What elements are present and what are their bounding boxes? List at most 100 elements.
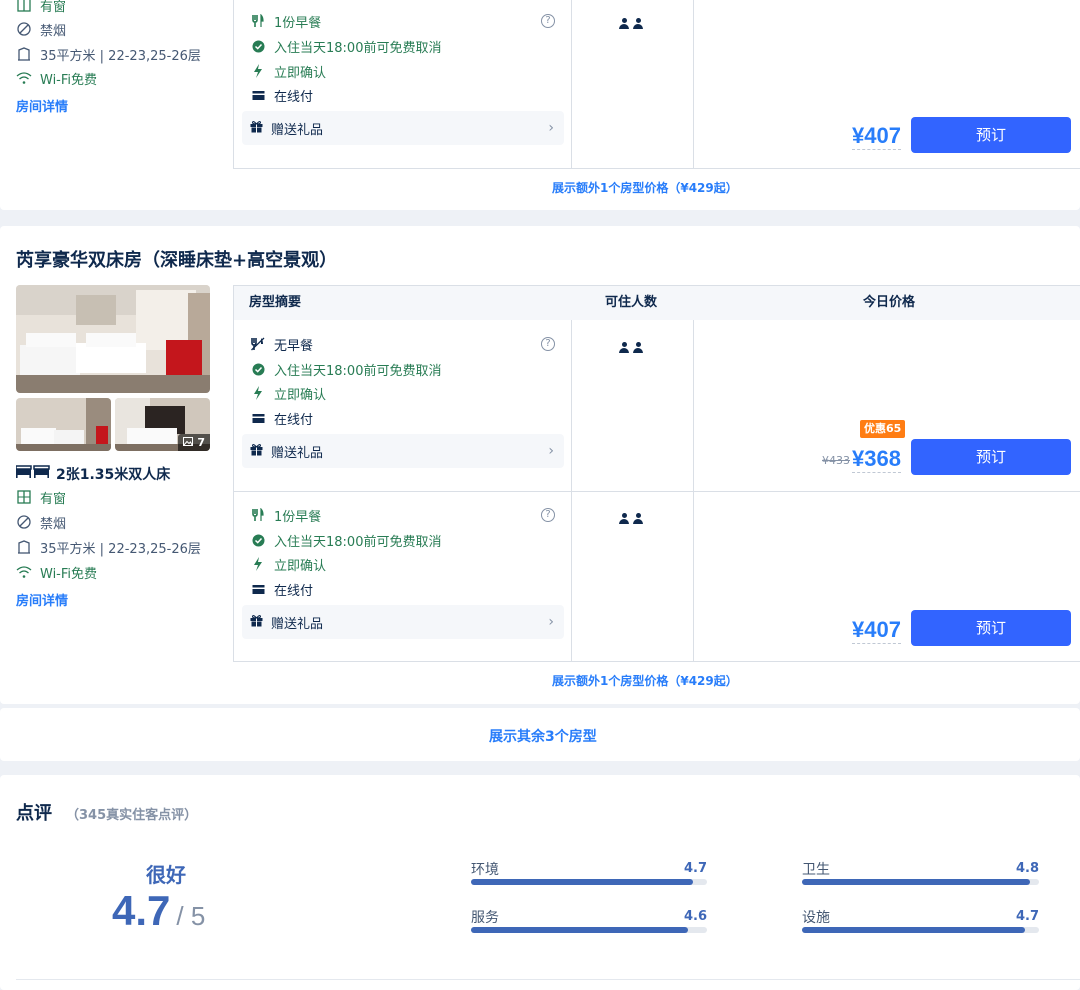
confirm-text: 立即确认 [274,558,327,574]
gift-row[interactable]: 赠送礼品 › [242,111,564,145]
room-feature: 35平方米 | 22-23,25-26层 [16,538,201,557]
help-icon[interactable]: ? [541,14,555,28]
card-icon [250,87,266,103]
feature-text: 35平方米 | 22-23,25-26层 [40,48,201,64]
book-button[interactable]: 预订 [911,610,1071,646]
review-count[interactable]: （345真实住客点评） [66,804,197,823]
meal-info: 无早餐 [250,335,313,354]
gift-icon [250,120,263,137]
instant-confirm: 立即确认 [250,62,326,81]
rating-bar [471,879,707,885]
gift-icon [250,614,263,631]
header-summary: 房型摘要 [249,286,302,320]
room-feature: Wi-Fi免费 [16,563,98,582]
gift-text: 赠送礼品 [271,122,324,138]
room-feature: Wi-Fi免费 [16,69,98,88]
room-feature: 禁烟 [16,20,67,39]
reviews-title: 点评 （345真实住客点评） [16,799,197,825]
chevron-right-icon: › [548,120,554,136]
meal-info: 1份早餐 [250,506,321,525]
room-details-link[interactable]: 房间详情 [16,96,68,115]
feature-text: 35平方米 | 22-23,25-26层 [40,541,201,557]
room-feature: 35平方米 | 22-23,25-26层 [16,45,201,64]
window-icon [16,0,32,13]
window-icon [16,489,32,505]
feature-text: 禁烟 [40,23,67,39]
payment-type: 在线付 [250,580,313,599]
instant-confirm: 立即确认 [250,384,326,403]
person-icon [619,18,629,29]
occupancy-icons [619,18,643,29]
cancel-text: 入住当天18:00前可免费取消 [274,363,442,379]
cancel-text: 入住当天18:00前可免费取消 [274,534,442,550]
utensils-icon [250,13,266,29]
person-icon [633,513,643,524]
room-details-link[interactable]: 房间详情 [16,590,68,609]
original-price: ¥433 [822,454,850,467]
rating-value: 4.6 [683,909,707,924]
rating-bar-fill [802,927,1025,933]
rating-bar-fill [471,879,693,885]
room-photo-thumb[interactable] [16,398,111,451]
person-icon [633,18,643,29]
bed-icon [15,465,50,483]
rating-bar-fill [802,879,1030,885]
book-button[interactable]: 预订 [911,439,1071,475]
show-more-card: 展示其余3个房型 [0,708,1080,761]
feature-text: 有窗 [40,491,67,507]
pay-text: 在线付 [274,89,314,105]
floor-area-icon [16,46,32,62]
feature-text: 有窗 [40,0,67,15]
show-more-rooms-link[interactable]: 展示其余3个房型 [489,726,597,746]
rating-value: 4.7 [1015,909,1039,924]
card-icon [250,410,266,426]
no-smoking-icon [16,21,32,37]
gift-row[interactable]: 赠送礼品 › [242,605,564,639]
gift-text: 赠送礼品 [271,616,324,632]
help-icon[interactable]: ? [541,508,555,522]
bed-info: 2张1.35米双人床 [15,464,170,484]
cancel-policy: 入住当天18:00前可免费取消 [250,531,442,550]
room-card-top: 有窗 禁烟 35平方米 | 22-23,25-26层 Wi-Fi免费 房间详情 … [0,0,1080,210]
room-feature: 有窗 [16,488,67,507]
more-prices-link[interactable]: 展示额外1个房型价格（¥429起） [552,179,738,196]
rating-label: 环境 [471,862,499,878]
offer-table: 1份早餐 ? 入住当天18:00前可免费取消 立即确认 在线付 赠送礼品 › ¥… [233,0,1080,169]
payment-type: 在线付 [250,86,314,105]
person-icon [619,513,629,524]
no-smoking-icon [16,514,32,530]
room-title: 芮享豪华双床房（深睡床垫+高空景观） [16,250,338,271]
floor-area-icon [16,539,32,555]
header-occupancy: 可住人数 [605,286,658,320]
room-price: ¥368 [852,446,901,473]
rating-label: 设施 [802,910,830,926]
gift-row[interactable]: 赠送礼品 › [242,434,564,468]
rating-label: 服务 [471,910,499,926]
room-card: 芮享豪华双床房（深睡床垫+高空景观） 7 2张1.35米双人床 有窗 禁烟 35… [0,226,1080,704]
room-feature: 有窗 [16,0,67,15]
rating-bar [471,927,707,933]
overall-score: 4.7 / 5 [112,887,205,935]
feature-text: Wi-Fi免费 [40,566,98,582]
cancel-text: 入住当天18:00前可免费取消 [274,40,442,56]
room-main-photo[interactable] [16,285,210,393]
rating-label: 卫生 [802,862,830,878]
help-icon[interactable]: ? [541,337,555,351]
meal-info: 1份早餐 [250,12,321,31]
check-circle-icon [250,361,266,377]
rating-bar [802,927,1039,933]
payment-type: 在线付 [250,409,313,428]
offer-table: 房型摘要 可住人数 今日价格 无早餐 ? 入住当天18:00前可免费取消 立即确… [233,285,1080,662]
image-icon [183,434,194,451]
divider [16,979,1080,980]
book-button[interactable]: 预订 [911,117,1071,153]
photo-count: 7 [197,436,205,449]
cancel-policy: 入住当天18:00前可免费取消 [250,360,442,379]
feature-text: Wi-Fi免费 [40,72,98,88]
more-prices-link[interactable]: 展示额外1个房型价格（¥429起） [552,672,738,689]
rating-bar-fill [471,927,689,933]
room-photo-thumb[interactable]: 7 [115,398,210,451]
score-max: / 5 [176,901,206,931]
check-circle-icon [250,38,266,54]
discount-badge: 优惠65 [860,420,906,438]
